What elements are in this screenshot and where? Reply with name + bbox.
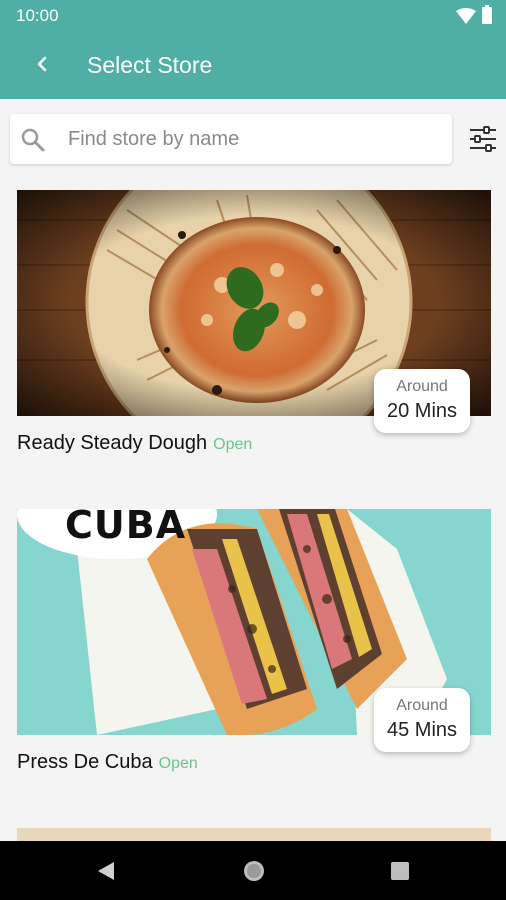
store-name-row: Ready Steady Dough Open [17, 432, 252, 455]
store-name: Ready Steady Dough [17, 432, 208, 454]
eta-label: Around [396, 697, 448, 714]
eta-badge: Around 20 Mins [374, 369, 470, 433]
search-box[interactable] [10, 114, 452, 164]
eta-label: Around [396, 378, 448, 395]
status-bar: 10:00 [0, 0, 506, 32]
store-status: Open [213, 436, 253, 453]
nav-recents-icon[interactable] [388, 859, 412, 883]
back-button[interactable] [28, 50, 56, 78]
nav-home-icon[interactable] [242, 859, 266, 883]
store-status: Open [158, 755, 198, 772]
nav-back-icon[interactable] [94, 859, 118, 883]
page-title: Select Store [87, 52, 213, 78]
search-input[interactable] [68, 122, 438, 156]
system-nav-bar [0, 841, 506, 900]
back-arrow-icon [37, 56, 47, 72]
top-bar: 10:00 Select Store [0, 0, 506, 99]
store-name-row: Press De Cuba Open [17, 751, 198, 774]
store-card[interactable]: Around 20 Mins Ready Steady Dough Open [17, 190, 491, 470]
app-bar: Select Store [0, 32, 506, 99]
store-name: Press De Cuba [17, 751, 153, 773]
status-icons [456, 5, 492, 24]
sandwich-image-text: CUBA [65, 509, 187, 547]
store-card-partial[interactable] [17, 828, 491, 841]
filter-sliders-icon[interactable] [467, 124, 499, 154]
status-time: 10:00 [16, 6, 59, 25]
eta-badge: Around 45 Mins [374, 688, 470, 752]
wifi-icon [456, 7, 476, 24]
eta-value: 45 Mins [386, 719, 458, 741]
search-icon [21, 128, 45, 152]
battery-icon [482, 5, 492, 24]
eta-value: 20 Mins [386, 400, 458, 422]
store-card[interactable]: CUBA Around 45 Mins Press De Cuba Open [17, 509, 491, 789]
